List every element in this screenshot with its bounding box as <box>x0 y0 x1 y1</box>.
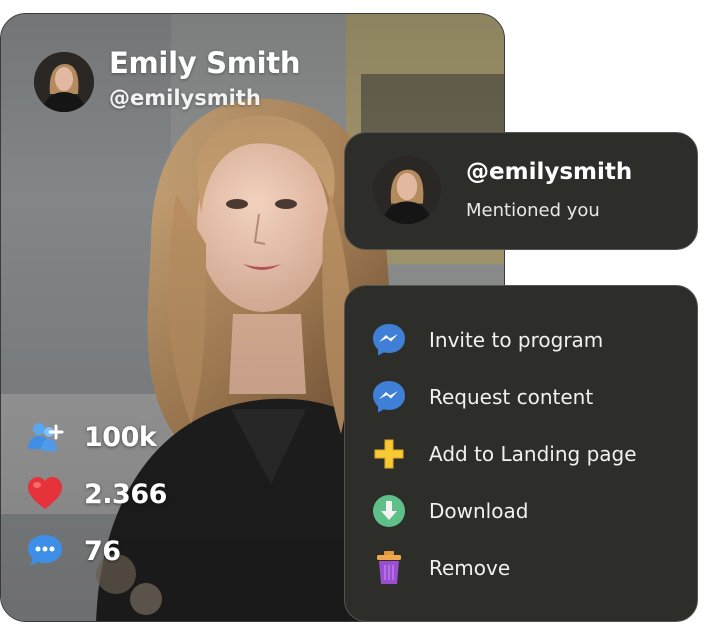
notification-avatar-image <box>373 156 441 224</box>
chat-bubble-icon <box>25 531 65 571</box>
comments-count: 76 <box>84 535 121 567</box>
notification-message: Mentioned you <box>466 200 600 221</box>
likes-stat: 2.366 <box>25 474 167 514</box>
plus-icon <box>370 435 408 473</box>
notification-handle: @emilysmith <box>466 159 633 185</box>
menu-item-label: Request content <box>429 385 594 409</box>
trash-can-icon <box>370 549 408 587</box>
download-icon <box>370 492 408 530</box>
menu-item-label: Invite to program <box>429 328 604 352</box>
menu-item-add-to-landing-page[interactable]: Add to Landing page <box>370 434 690 474</box>
avatar[interactable] <box>34 52 94 112</box>
comments-stat: 76 <box>25 531 121 571</box>
mention-notification[interactable]: @emilysmith Mentioned you <box>344 132 698 250</box>
add-user-icon <box>25 417 65 457</box>
menu-item-invite-to-program[interactable]: Invite to program <box>370 320 690 360</box>
menu-item-label: Remove <box>429 556 511 580</box>
followers-stat: 100k <box>25 417 157 457</box>
messenger-icon <box>370 321 408 359</box>
followers-count: 100k <box>84 421 157 453</box>
notification-avatar <box>373 156 441 224</box>
profile-name: Emily Smith <box>109 46 301 80</box>
menu-item-download[interactable]: Download <box>370 491 690 531</box>
profile-handle[interactable]: @emilysmith <box>109 86 261 110</box>
messenger-icon <box>370 378 408 416</box>
action-menu: Invite to program Request content Add to… <box>344 285 698 622</box>
menu-item-remove[interactable]: Remove <box>370 548 690 588</box>
heart-icon <box>25 474 65 514</box>
menu-item-label: Download <box>429 499 529 523</box>
menu-item-label: Add to Landing page <box>429 442 637 466</box>
avatar-image <box>34 52 94 112</box>
likes-count: 2.366 <box>84 478 167 510</box>
menu-item-request-content[interactable]: Request content <box>370 377 690 417</box>
